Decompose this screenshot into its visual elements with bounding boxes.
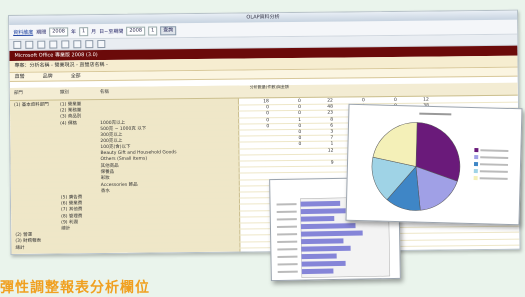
col-name[interactable]: 名稱 (100, 89, 109, 95)
legend-text-placeholder (480, 170, 508, 173)
period-label: 期間 (36, 28, 46, 35)
bar-label-placeholder (278, 263, 298, 265)
col-measure-header: 分析數量(件數)與金額 (250, 84, 289, 90)
bar (301, 238, 343, 244)
bar-label-placeholder (277, 211, 297, 213)
to-label: 日~至期間 (99, 27, 123, 34)
refresh-icon[interactable] (85, 40, 93, 48)
save-icon[interactable] (13, 41, 21, 49)
filter-icon[interactable] (37, 41, 45, 49)
feature-caption: 彈性調整報表分析欄位 (0, 277, 150, 297)
bar-label-placeholder (277, 256, 297, 258)
bar (301, 223, 356, 229)
pie-chart-window (345, 104, 522, 226)
legend-text-placeholder (480, 177, 508, 180)
legend-swatch (474, 155, 478, 159)
print-icon[interactable] (25, 41, 33, 49)
to-month-field[interactable]: 1 (148, 26, 157, 35)
period-year-field[interactable]: 2008 (49, 27, 68, 36)
bar (301, 201, 341, 207)
bar-label-placeholder (277, 226, 297, 228)
bar-label-placeholder (278, 271, 298, 273)
month-label: 月 (91, 28, 96, 35)
bar (301, 253, 336, 259)
query-button[interactable]: 查詢 (160, 26, 176, 35)
to-year-field[interactable]: 2008 (126, 26, 145, 35)
bar (301, 216, 335, 222)
year-label: 年 (71, 28, 76, 35)
legend-swatch (474, 169, 478, 173)
bar-label-placeholder (277, 241, 297, 243)
bar (302, 261, 346, 267)
sort-icon[interactable] (49, 40, 57, 48)
period-month-field[interactable]: 1 (79, 27, 88, 36)
dimension-link[interactable]: 資料維度 (13, 28, 33, 35)
filter-store[interactable]: 直營 (15, 73, 25, 81)
legend-text-placeholder (480, 163, 508, 166)
filter-brand[interactable]: 品牌 (43, 73, 53, 81)
col-dept[interactable]: 部門 (14, 90, 23, 96)
bar-label-placeholder (277, 203, 297, 205)
help-icon[interactable] (97, 40, 105, 48)
pie-chart (347, 105, 522, 224)
legend-swatch (474, 148, 478, 152)
col-category[interactable]: 類別 (60, 89, 69, 95)
bar (302, 269, 334, 275)
legend-swatch (474, 176, 478, 180)
chart-icon[interactable] (61, 40, 69, 48)
filter-all[interactable]: 全部 (71, 72, 81, 80)
chart-title-placeholder (419, 113, 451, 116)
bar-label-placeholder (277, 218, 297, 220)
bar-label-placeholder (277, 248, 297, 250)
export-icon[interactable] (73, 40, 81, 48)
legend-swatch (474, 162, 478, 166)
bar (301, 208, 347, 214)
legend-text-placeholder (480, 149, 508, 152)
legend-text-placeholder (480, 156, 508, 159)
bar (301, 246, 350, 252)
column-header: 部門 類別 名稱 分析數量(件數)與金額 (10, 83, 518, 101)
bar-label-placeholder (277, 233, 297, 235)
